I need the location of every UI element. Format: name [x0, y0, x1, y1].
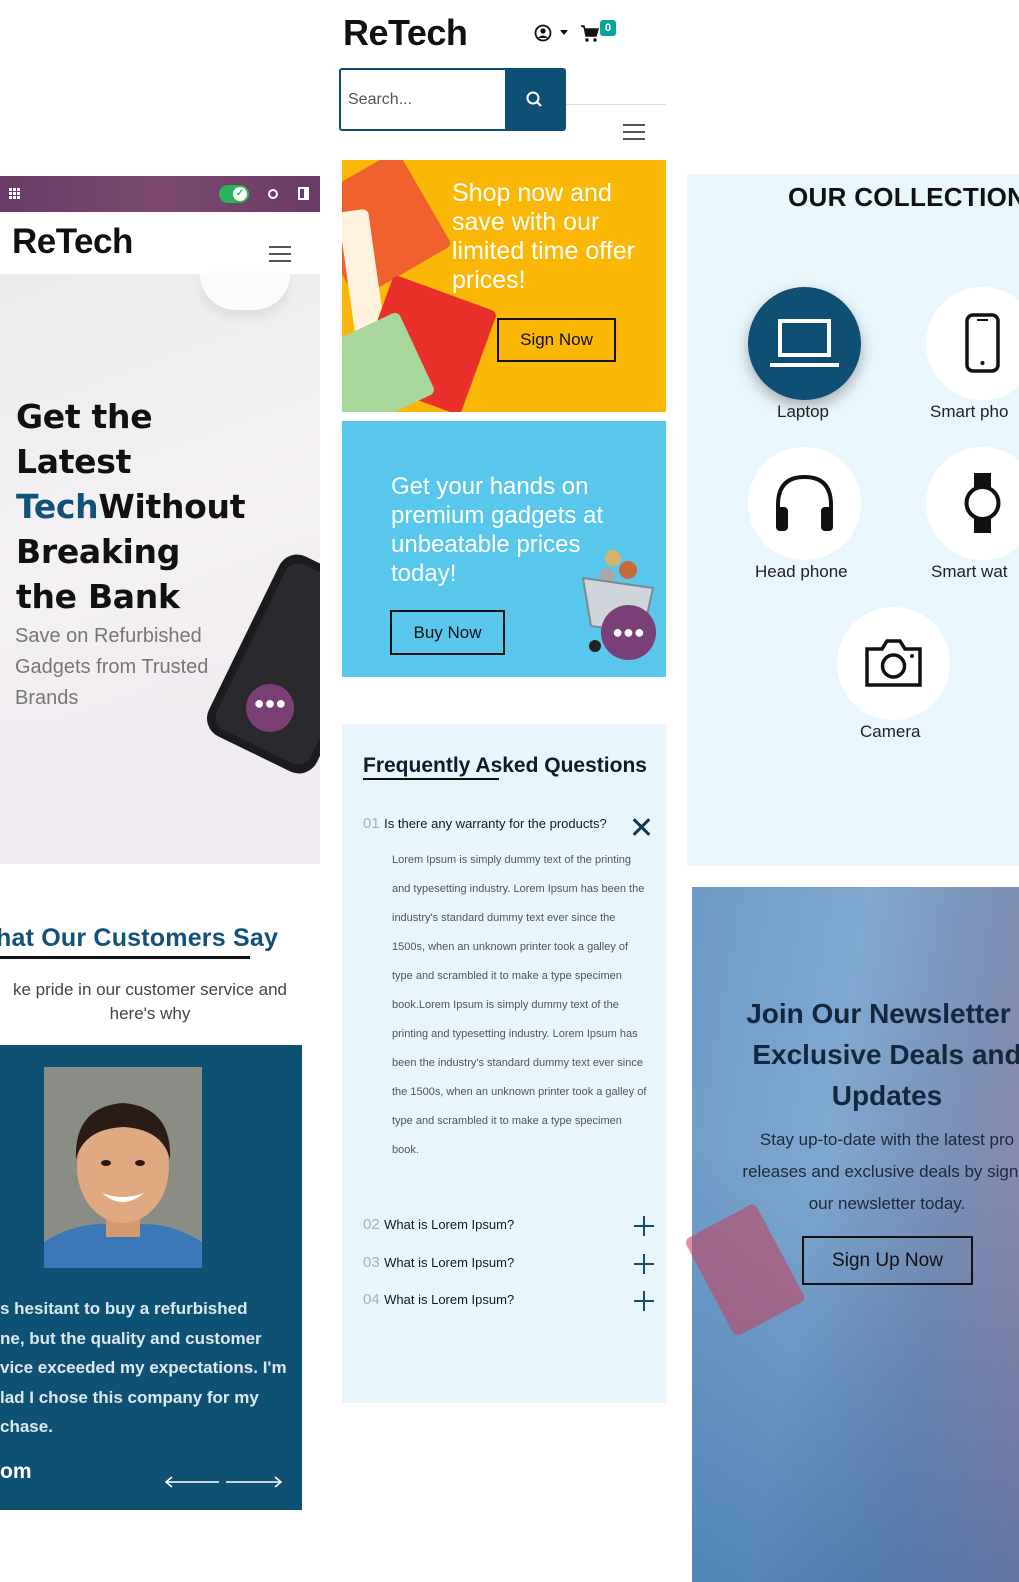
headline-line: Get the: [16, 397, 153, 436]
faq-number: 01: [363, 815, 380, 832]
newsletter-text: Stay up-to-date with the latest pro rele…: [702, 1124, 1019, 1220]
testimonials-title: hat Our Customers Say: [0, 924, 279, 952]
headline-line: Latest: [16, 442, 132, 481]
menu-icon[interactable]: [269, 246, 291, 262]
camera-icon: [865, 639, 922, 687]
testimonial-author: om: [0, 1460, 32, 1483]
carousel-arrows: [164, 1476, 283, 1488]
newsletter-title-line: Updates: [831, 1080, 943, 1111]
category-smartwatch[interactable]: [926, 447, 1019, 560]
menu-icon[interactable]: [623, 124, 645, 140]
plus-icon[interactable]: [634, 1291, 654, 1311]
search-icon: [526, 91, 542, 107]
faq-question: What is Lorem Ipsum?: [384, 1292, 515, 1307]
category-smartphone[interactable]: [926, 287, 1019, 400]
headline-line: the Bank: [16, 577, 180, 616]
site-logo[interactable]: ReTech: [12, 222, 133, 262]
user-icon[interactable]: [534, 24, 552, 42]
hero-subtext: Save on Refurbished Gadgets from Trusted…: [15, 625, 209, 709]
headline-highlight: Tech: [16, 487, 99, 526]
headphone-icon: [776, 474, 833, 531]
faq-number: 02: [363, 1216, 380, 1233]
faq-question: Is there any warranty for the products?: [384, 816, 607, 831]
close-icon[interactable]: [632, 818, 650, 836]
title-underline: [0, 956, 250, 959]
faq-title: Frequently Asked Questions: [363, 754, 647, 777]
category-label: Head phone: [755, 562, 848, 581]
admin-bar: ✓: [0, 176, 320, 212]
arrow-right-icon[interactable]: [226, 1476, 283, 1488]
arrow-left-icon[interactable]: [164, 1476, 219, 1488]
buy-now-button[interactable]: Buy Now: [390, 610, 505, 655]
cart-icon[interactable]: [580, 23, 600, 43]
category-laptop[interactable]: [748, 287, 861, 400]
newsletter-text-line: our newsletter today.: [808, 1194, 966, 1213]
faq-question: What is Lorem Ipsum?: [384, 1255, 515, 1270]
category-camera[interactable]: [837, 607, 950, 720]
faq-number: 03: [363, 1254, 380, 1271]
check-icon: ✓: [233, 187, 247, 201]
newsletter-text-line: Stay up-to-date with the latest pro: [759, 1130, 1015, 1149]
category-label: Laptop: [777, 402, 829, 421]
category-label: Camera: [860, 722, 921, 741]
faq-item-question[interactable]: 02 What is Lorem Ipsum?: [363, 1216, 613, 1234]
faq-item-question[interactable]: 03 What is Lorem Ipsum?: [363, 1254, 613, 1272]
headline-text: Without: [98, 487, 246, 526]
search-button[interactable]: [505, 70, 564, 129]
title-underline: [363, 778, 499, 780]
testimonial-quote: s hesitant to buy a refurbished ne, but …: [0, 1299, 287, 1436]
globe-icon[interactable]: [268, 189, 278, 199]
promo-text: Get your hands on premium gadgets at unb…: [391, 473, 604, 587]
mobile-preview-icon[interactable]: [298, 187, 309, 200]
collection-title: OUR COLLECTION: [788, 182, 1019, 212]
headline-line: TechWithout: [16, 484, 276, 529]
chat-icon[interactable]: ●●●: [601, 605, 656, 660]
newsletter-title-line: Exclusive Deals and: [752, 1039, 1019, 1070]
apps-grid-icon[interactable]: [9, 188, 21, 199]
smartphone-icon: [965, 313, 1000, 373]
sign-up-now-button[interactable]: Sign Up Now: [802, 1236, 973, 1285]
smartwatch-icon: [964, 473, 1001, 533]
laptop-icon: [770, 319, 839, 367]
plus-icon[interactable]: [634, 1254, 654, 1274]
search-input[interactable]: [341, 70, 507, 129]
divider: [566, 104, 666, 105]
headline-line: Breaking: [16, 532, 181, 571]
sign-now-button[interactable]: Sign Now: [497, 318, 616, 362]
category-label: Smart wat: [931, 562, 1008, 581]
faq-item-question[interactable]: 01 Is there any warranty for the product…: [363, 815, 653, 833]
cart-count-badge: 0: [600, 20, 616, 36]
newsletter-title-line: Join Our Newsletter f: [746, 998, 1019, 1029]
faq-number: 04: [363, 1291, 380, 1308]
promo-text: Shop now and save with our limited time …: [452, 179, 635, 294]
testimonials-subtitle: ke pride in our customer service and her…: [12, 980, 288, 1023]
newsletter-title: Join Our Newsletter f Exclusive Deals an…: [722, 993, 1019, 1116]
faq-answer: Lorem Ipsum is simply dummy text of the …: [392, 854, 647, 1156]
mobile-navbar: ReTech: [0, 212, 320, 274]
search-bar: [339, 68, 566, 131]
plus-icon[interactable]: [634, 1216, 654, 1236]
faq-question: What is Lorem Ipsum?: [384, 1217, 515, 1232]
chevron-down-icon[interactable]: [560, 30, 568, 35]
mobile-hero-preview: ✓ ReTech Get the Latest TechWithout Brea…: [0, 176, 320, 864]
newsletter-text-line: releases and exclusive deals by signin: [742, 1162, 1019, 1181]
hero-headline: Get the Latest TechWithout Breaking the …: [16, 394, 276, 619]
category-headphone[interactable]: [748, 447, 861, 560]
faq-item-question[interactable]: 04 What is Lorem Ipsum?: [363, 1291, 613, 1309]
publish-toggle[interactable]: ✓: [219, 185, 249, 203]
customer-avatar: [44, 1067, 202, 1268]
category-label: Smart pho: [930, 402, 1009, 421]
chat-icon[interactable]: ●●●: [246, 684, 294, 732]
site-logo[interactable]: ReTech: [343, 12, 468, 54]
